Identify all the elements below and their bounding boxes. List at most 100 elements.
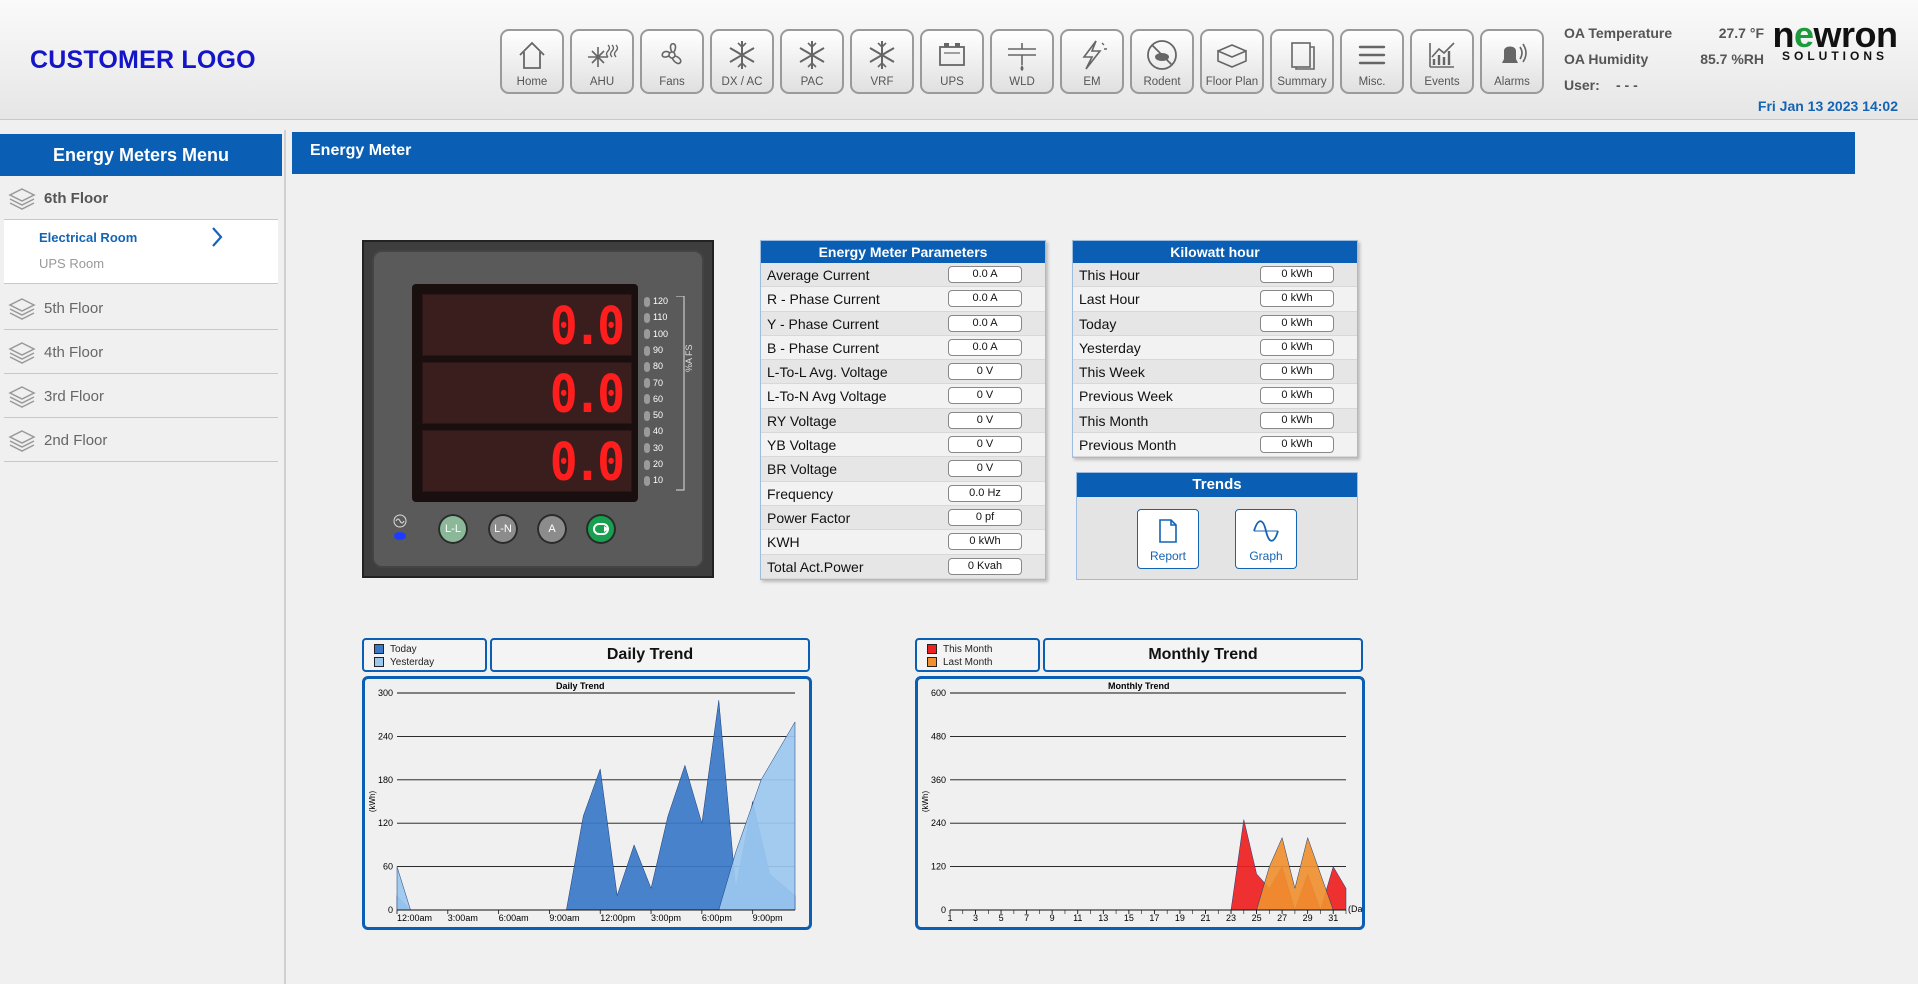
report-button[interactable]: Report [1137, 509, 1199, 569]
x-tick-label: 21 [1200, 913, 1210, 923]
row-label: Y - Phase Current [767, 315, 879, 332]
nav-button-floor-plan[interactable]: Floor Plan [1200, 29, 1264, 94]
nav-label: Events [1424, 76, 1460, 88]
nav-button-misc[interactable]: Misc. [1340, 29, 1404, 94]
scale-tick: 100 [644, 329, 668, 341]
outdoor-air-panel: OA Temperature 27.7 °F OA Humidity 85.7 %R… [1564, 25, 1764, 103]
line-to-neutral-button[interactable]: L-N [488, 514, 518, 544]
x-tick-label: 23 [1226, 913, 1236, 923]
y-tick-label: 0 [941, 905, 946, 915]
meter-reading-1: 0.0 [422, 294, 632, 356]
floor-label: 3rd Floor [44, 388, 105, 405]
sidebar-item-6th-floor[interactable]: 6th Floor [4, 178, 278, 220]
nav-button-pac[interactable]: PAC [780, 29, 844, 94]
x-tick-label: 9 [1050, 913, 1055, 923]
sidebar-item-5th-floor[interactable]: 5th Floor [4, 288, 278, 330]
layers-icon [8, 342, 36, 364]
table-row: Total Act.Power 0 Kvah [761, 554, 1045, 579]
ampere-button[interactable]: A [537, 514, 567, 544]
nav-button-events[interactable]: Events [1410, 29, 1474, 94]
x-tick-label: 12:00pm [600, 913, 635, 923]
row-value: 0.0 A [948, 290, 1022, 308]
scale-bracket [676, 296, 685, 491]
meter-bar-scale: 120 110 100 90 80 70 60 50 40 30 20 10 [644, 296, 704, 496]
current-datetime: Fri Jan 13 2023 14:02 [1757, 98, 1898, 114]
nav-button-fans[interactable]: Fans [640, 29, 704, 94]
row-value: 0 pf [948, 508, 1022, 526]
nav-button-em[interactable]: EM [1060, 29, 1124, 94]
brand-main-text: newron [1772, 14, 1898, 55]
floor-label: 5th Floor [44, 300, 104, 317]
row-label: KWH [767, 534, 800, 551]
graph-button[interactable]: Graph [1235, 509, 1297, 569]
layers-icon [8, 386, 36, 408]
x-tick-label: 19 [1175, 913, 1185, 923]
nav-label: AHU [589, 76, 615, 88]
daily-trend-chart: Daily Trend (kWh) 0 60 120 180 240 300 12:00am 3:… [362, 676, 812, 930]
nav-button-home[interactable]: Home [500, 29, 564, 94]
nav-button-vrf[interactable]: VRF [850, 29, 914, 94]
sidebar-item-2nd-floor[interactable]: 2nd Floor [4, 420, 278, 462]
table-row: Previous Month 0 kWh [1073, 433, 1357, 458]
sidebar-item-3rd-floor[interactable]: 3rd Floor [4, 376, 278, 418]
nav-button-rodent[interactable]: Rodent [1130, 29, 1194, 94]
floor-label: 2nd Floor [44, 432, 108, 449]
nav-label: UPS [940, 76, 964, 88]
table-row: Power Factor 0 pf [761, 505, 1045, 531]
x-axis-label: (Day) [1348, 904, 1362, 914]
series-area-last-month [950, 836, 1346, 911]
scale-tick: 50 [644, 410, 663, 422]
scale-tick: 80 [644, 361, 663, 373]
table-row: Y - Phase Current 0.0 A [761, 311, 1045, 336]
brand-sub-text: SOLUTIONS [1781, 49, 1888, 63]
user-value: - - - [1616, 77, 1638, 93]
trends-title: Trends [1077, 473, 1357, 497]
row-label: Previous Week [1079, 388, 1173, 405]
user-label: User: [1564, 77, 1600, 93]
nav-button-alarms[interactable]: Alarms [1480, 29, 1544, 94]
kilowatt-hour-table: Kilowatt hour This Hour 0 kWh Last Hour 0 k… [1072, 240, 1358, 459]
legend-this-month: This Month [927, 644, 992, 655]
graph-label: Graph [1249, 549, 1283, 563]
y-tick-label: 600 [931, 688, 946, 698]
oa-temperature-label: OA Temperature [1564, 25, 1673, 41]
x-tick-label: 3 [973, 913, 978, 923]
sidebar-item-4th-floor[interactable]: 4th Floor [4, 332, 278, 374]
nav-button-wld[interactable]: WLD [990, 29, 1054, 94]
x-tick-label: 27 [1277, 913, 1287, 923]
row-value: 0 kWh [1260, 266, 1334, 283]
table-row: L-To-L Avg. Voltage 0 V [761, 360, 1045, 385]
nav-button-ups[interactable]: UPS [920, 29, 984, 94]
y-tick-label: 0 [388, 905, 393, 915]
sidebar-item-electrical-room[interactable]: Electrical Room [39, 230, 137, 245]
kwh-title: Kilowatt hour [1073, 241, 1357, 263]
nav-button-ahu[interactable]: AHU [570, 29, 634, 94]
cycle-button[interactable] [586, 514, 616, 544]
nav-button-dx-ac[interactable]: DX / AC [710, 29, 774, 94]
x-tick-label: 15 [1124, 913, 1134, 923]
x-tick-label: 9:00pm [753, 913, 783, 923]
scale-tick: 60 [644, 394, 663, 406]
table-row: Last Hour 0 kWh [1073, 287, 1357, 312]
snowflake-icon [869, 41, 895, 69]
table-row: L-To-N Avg Voltage 0 V [761, 384, 1045, 409]
floor-plan-icon [1217, 44, 1247, 68]
cycle-icon [593, 523, 609, 535]
nav-button-summary[interactable]: Summary [1270, 29, 1334, 94]
legend-today: Today [374, 644, 417, 655]
energy-meter-parameters-table: Energy Meter Parameters Average Current 0… [760, 240, 1046, 580]
table-row: Frequency 0.0 Hz [761, 482, 1045, 506]
sidebar-item-ups-room[interactable]: UPS Room [39, 256, 104, 271]
row-value: 0 V [948, 460, 1022, 478]
line-to-line-button[interactable]: L-L [438, 514, 468, 544]
y-tick-label: 120 [931, 862, 946, 872]
row-value: 0.0 A [948, 266, 1022, 283]
table-row: BR Voltage 0 V [761, 457, 1045, 482]
meter-reading-2: 0.0 [422, 362, 632, 424]
legend-last-month: Last Month [927, 657, 992, 668]
sine-indicator-icon [393, 514, 407, 540]
row-label: L-To-N Avg Voltage [767, 388, 887, 405]
scale-unit-label: %A FS [684, 344, 694, 372]
legend-swatch-yesterday [374, 657, 384, 667]
row-label: YB Voltage [767, 437, 837, 454]
